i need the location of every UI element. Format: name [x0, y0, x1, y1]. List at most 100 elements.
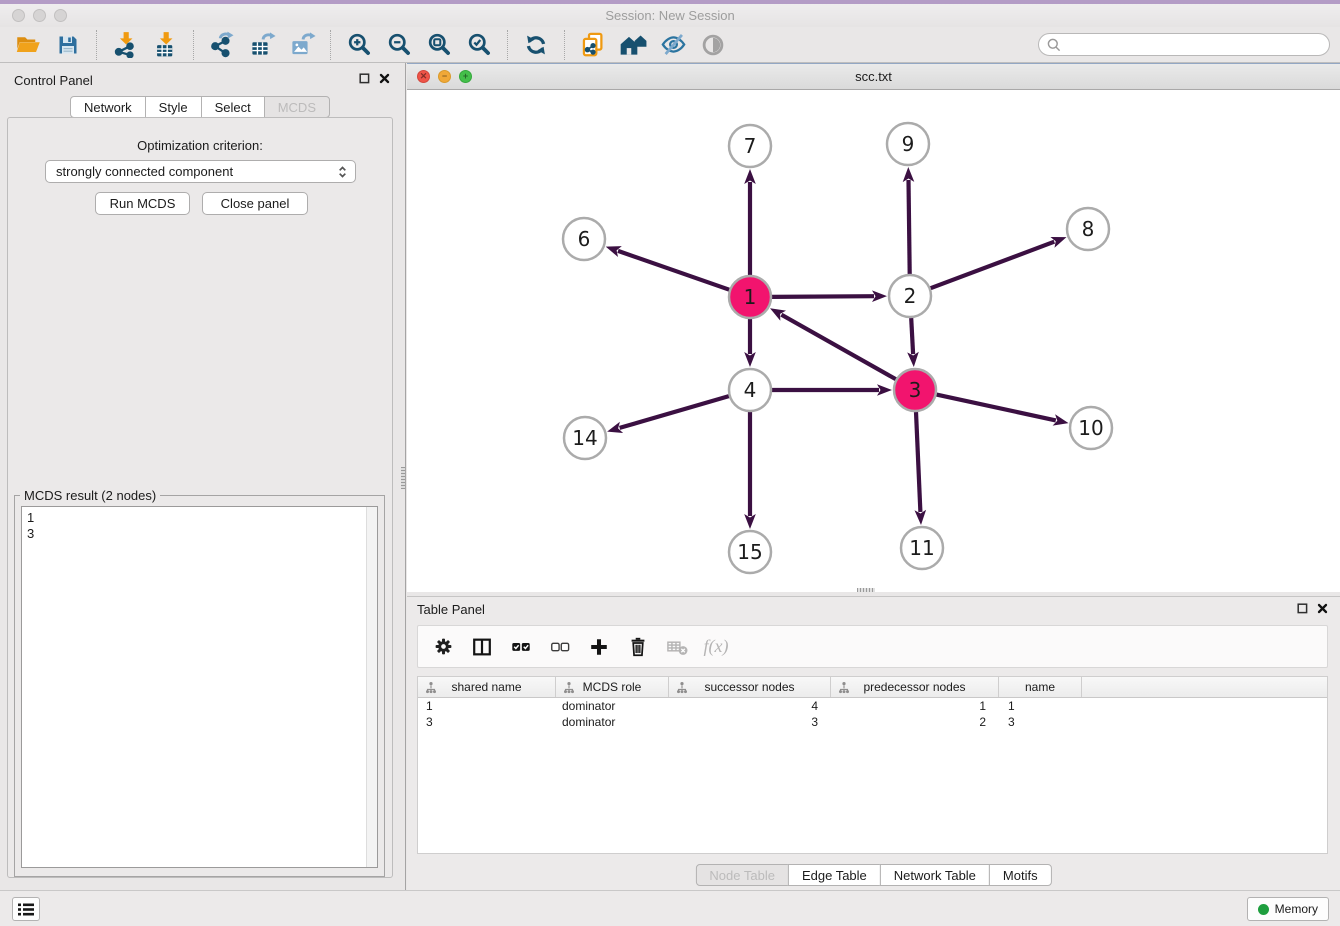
- close-panel-icon[interactable]: [379, 73, 390, 84]
- table-settings-button[interactable]: [430, 633, 456, 661]
- export-image-button[interactable]: [285, 30, 319, 60]
- search-input[interactable]: [1038, 33, 1330, 56]
- network-graph[interactable]: 1 2 3 4 6 7 8 9 10 11 14 15: [407, 90, 1340, 591]
- graph-node-11[interactable]: 11: [901, 527, 943, 569]
- graph-edge-4-3[interactable]: [772, 384, 892, 396]
- table-cell[interactable]: 1: [999, 698, 1082, 714]
- zoom-out-button[interactable]: [382, 30, 416, 60]
- graph-node-7[interactable]: 7: [729, 125, 771, 167]
- import-table-button[interactable]: [148, 30, 182, 60]
- graph-node-15[interactable]: 15: [729, 531, 771, 573]
- table-toolbar: f(x): [417, 625, 1328, 668]
- graph-node-3[interactable]: 3: [894, 369, 936, 411]
- graph-edge-2-3[interactable]: [907, 318, 919, 367]
- vertical-splitter[interactable]: [400, 63, 407, 890]
- svg-text:4: 4: [744, 378, 757, 402]
- table-cell[interactable]: 3: [999, 714, 1082, 730]
- table-cell[interactable]: dominator: [556, 714, 669, 730]
- table-cell[interactable]: 4: [669, 698, 831, 714]
- graph-edge-3-11[interactable]: [915, 412, 927, 525]
- task-history-button[interactable]: [12, 897, 40, 921]
- home-networks-button[interactable]: [616, 30, 650, 60]
- close-panel-button[interactable]: Close panel: [202, 192, 308, 215]
- houses-icon: [620, 31, 647, 58]
- graph-edge-4-15[interactable]: [744, 412, 756, 529]
- tab-motifs[interactable]: Motifs: [989, 864, 1052, 886]
- column-header-mcds-role[interactable]: MCDS role: [556, 677, 669, 697]
- tab-node-table[interactable]: Node Table: [695, 864, 789, 886]
- zoom-in-button[interactable]: [342, 30, 376, 60]
- graph-node-14[interactable]: 14: [564, 417, 606, 459]
- apply-layout-button[interactable]: [519, 30, 553, 60]
- memory-button[interactable]: Memory: [1247, 897, 1329, 921]
- tab-select[interactable]: Select: [201, 96, 265, 118]
- graph-node-8[interactable]: 8: [1067, 208, 1109, 250]
- graph-node-1[interactable]: 1: [729, 276, 771, 318]
- hide-selected-button[interactable]: [656, 30, 690, 60]
- graph-canvas[interactable]: 1 2 3 4 6 7 8 9 10 11 14 15: [407, 90, 1340, 591]
- table-cell[interactable]: 3: [418, 714, 556, 730]
- graph-edge-3-1[interactable]: [770, 308, 896, 379]
- column-header-successor-nodes[interactable]: successor nodes: [669, 677, 831, 697]
- split-view-button[interactable]: [469, 633, 495, 661]
- column-header-predecessor-nodes[interactable]: predecessor nodes: [831, 677, 999, 697]
- graph-edge-1-6[interactable]: [606, 246, 730, 290]
- network-window-titlebar[interactable]: ✕ − + scc.txt: [407, 63, 1340, 90]
- clone-network-button[interactable]: [576, 30, 610, 60]
- zoom-selected-button[interactable]: [462, 30, 496, 60]
- graph-edge-1-7[interactable]: [744, 169, 756, 275]
- tab-edge-table[interactable]: Edge Table: [788, 864, 881, 886]
- mcds-result-title: MCDS result (2 nodes): [20, 488, 160, 503]
- table-row[interactable]: 3dominator323: [418, 714, 1327, 730]
- main-titlebar: Session: New Session: [0, 4, 1340, 27]
- tab-network-table[interactable]: Network Table: [880, 864, 990, 886]
- column-header-shared-name[interactable]: shared name: [418, 677, 556, 697]
- tab-style[interactable]: Style: [145, 96, 202, 118]
- table-cell[interactable]: dominator: [556, 698, 669, 714]
- select-all-columns-button[interactable]: [508, 633, 534, 661]
- optimization-select[interactable]: strongly connected component: [45, 160, 356, 183]
- splitter-handle[interactable]: [401, 467, 405, 489]
- table-cell[interactable]: 1: [831, 698, 999, 714]
- svg-text:7: 7: [744, 134, 757, 158]
- table-cell[interactable]: 2: [831, 714, 999, 730]
- horizontal-splitter-handle[interactable]: [857, 588, 875, 592]
- table-cell[interactable]: 3: [669, 714, 831, 730]
- graph-node-9[interactable]: 9: [887, 123, 929, 165]
- svg-text:2: 2: [904, 284, 917, 308]
- graph-edge-2-8[interactable]: [931, 237, 1067, 288]
- column-header-name[interactable]: name: [999, 677, 1082, 697]
- column-type-icon: [676, 681, 688, 694]
- open-session-button[interactable]: [11, 30, 45, 60]
- close-table-panel-icon[interactable]: [1317, 603, 1328, 614]
- graph-node-2[interactable]: 2: [889, 275, 931, 317]
- graph-edge-1-4[interactable]: [744, 319, 756, 367]
- zoom-fit-button[interactable]: [422, 30, 456, 60]
- float-panel-icon[interactable]: [359, 73, 370, 84]
- mcds-result-textarea[interactable]: 1 3: [21, 506, 378, 868]
- delete-column-button[interactable]: [625, 633, 651, 661]
- graph-edge-4-14[interactable]: [607, 396, 729, 433]
- run-mcds-button[interactable]: Run MCDS: [95, 192, 190, 215]
- export-network-button[interactable]: [205, 30, 239, 60]
- export-table-button[interactable]: [245, 30, 279, 60]
- graph-node-4[interactable]: 4: [729, 369, 771, 411]
- tab-mcds[interactable]: MCDS: [264, 96, 330, 118]
- add-column-button[interactable]: [586, 633, 612, 661]
- result-scrollbar[interactable]: [366, 507, 377, 867]
- graph-edge-3-10[interactable]: [937, 395, 1069, 426]
- import-network-button[interactable]: [108, 30, 142, 60]
- tab-network[interactable]: Network: [70, 96, 146, 118]
- table-row[interactable]: 1dominator411: [418, 698, 1327, 714]
- float-table-panel-icon[interactable]: [1297, 603, 1308, 614]
- graph-node-10[interactable]: 10: [1070, 407, 1112, 449]
- graph-edge-1-2[interactable]: [772, 290, 887, 302]
- column-label: predecessor nodes: [863, 680, 965, 694]
- svg-text:14: 14: [572, 426, 597, 450]
- graph-node-6[interactable]: 6: [563, 218, 605, 260]
- table-cell[interactable]: 1: [418, 698, 556, 714]
- deselect-all-columns-button[interactable]: [547, 633, 573, 661]
- save-session-button[interactable]: [51, 30, 85, 60]
- graph-edge-2-9[interactable]: [903, 167, 915, 274]
- svg-text:10: 10: [1078, 416, 1103, 440]
